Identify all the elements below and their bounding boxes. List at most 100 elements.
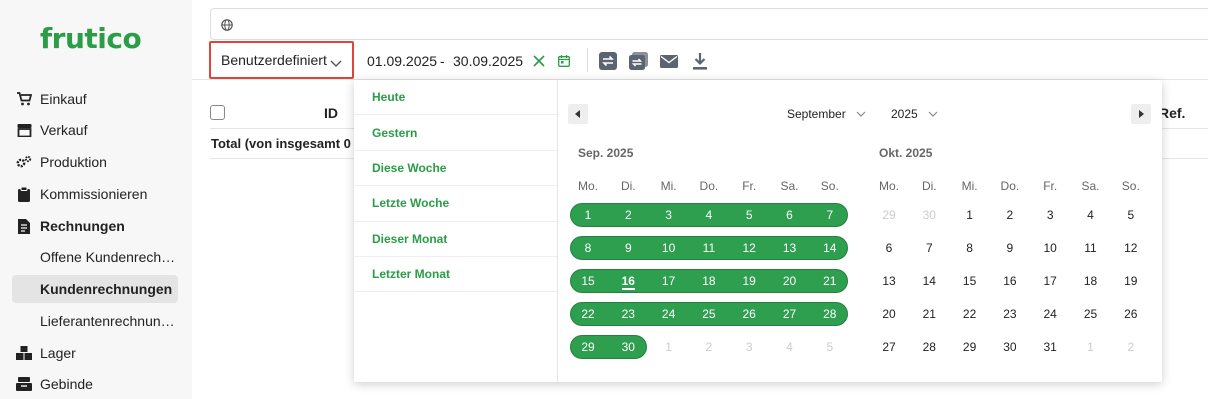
prev-month-button[interactable]	[568, 104, 588, 124]
calendar-day[interactable]: 14	[909, 270, 949, 292]
calendar-day[interactable]: 26	[1111, 303, 1151, 325]
date-range-select[interactable]: Benutzerdefiniert	[209, 41, 354, 79]
sync-icon[interactable]	[598, 51, 618, 71]
calendar-day[interactable]: 22	[568, 303, 608, 325]
calendar-day[interactable]: 1	[950, 204, 990, 226]
logo[interactable]: frutico	[40, 22, 142, 55]
calendar-day[interactable]: 6	[770, 204, 810, 226]
calendar-day[interactable]: 20	[869, 303, 909, 325]
calendar-day[interactable]: 30	[909, 204, 949, 226]
calendar-day[interactable]: 19	[729, 270, 769, 292]
calendar-day[interactable]: 3	[1030, 204, 1070, 226]
calendar-day[interactable]: 12	[729, 237, 769, 259]
column-header-ref[interactable]: Ref.	[1159, 105, 1185, 121]
calendar-day[interactable]: 25	[689, 303, 729, 325]
sidebar-item-produktion[interactable]: Produktion	[16, 148, 107, 176]
calendar-day[interactable]: 13	[770, 237, 810, 259]
calendar-day[interactable]: 20	[770, 270, 810, 292]
calendar-day[interactable]: 16	[990, 270, 1030, 292]
calendar-day[interactable]: 2	[608, 204, 648, 226]
calendar-day[interactable]: 15	[568, 270, 608, 292]
calendar-day[interactable]: 17	[649, 270, 689, 292]
sidebar-item-kommissionieren[interactable]: Kommissionieren	[16, 180, 147, 208]
calendar-day[interactable]: 9	[990, 237, 1030, 259]
calendar-day[interactable]: 10	[1030, 237, 1070, 259]
calendar-day[interactable]: 1	[649, 336, 689, 358]
preset-gestern[interactable]: Gestern	[354, 115, 557, 151]
calendar-day-today[interactable]: 16	[608, 270, 648, 292]
calendar-day[interactable]: 28	[909, 336, 949, 358]
calendar-day[interactable]: 27	[869, 336, 909, 358]
calendar-day[interactable]: 23	[608, 303, 648, 325]
calendar-day[interactable]: 28	[810, 303, 850, 325]
calendar-day[interactable]: 5	[729, 204, 769, 226]
calendar-day[interactable]: 14	[810, 237, 850, 259]
next-month-button[interactable]	[1131, 104, 1151, 124]
calendar-day[interactable]: 1	[1071, 336, 1111, 358]
sidebar-subitem-kundenrechnungen[interactable]: Kundenrechnungen	[12, 275, 178, 303]
calendar-icon[interactable]	[554, 51, 574, 71]
sidebar-item-verkauf[interactable]: Verkauf	[16, 116, 87, 144]
calendar-day[interactable]: 7	[810, 204, 850, 226]
calendar-day[interactable]: 30	[608, 336, 648, 358]
download-icon[interactable]	[690, 51, 710, 71]
calendar-day[interactable]: 5	[810, 336, 850, 358]
calendar-day[interactable]: 9	[608, 237, 648, 259]
sync-copy-icon[interactable]	[629, 51, 649, 71]
calendar-day[interactable]: 18	[689, 270, 729, 292]
calendar-day[interactable]: 4	[689, 204, 729, 226]
date-from[interactable]: 01.09.2025	[367, 53, 437, 69]
preset-letzte-woche[interactable]: Letzte Woche	[354, 186, 557, 222]
calendar-day[interactable]: 19	[1111, 270, 1151, 292]
calendar-day[interactable]: 11	[689, 237, 729, 259]
calendar-day[interactable]: 26	[729, 303, 769, 325]
calendar-day[interactable]: 8	[950, 237, 990, 259]
calendar-day[interactable]: 25	[1071, 303, 1111, 325]
mail-icon[interactable]	[659, 51, 679, 71]
calendar-day[interactable]: 2	[1111, 336, 1151, 358]
sidebar-item-gebinde[interactable]: Gebinde	[16, 370, 93, 398]
sidebar-item-rechnungen[interactable]: Rechnungen	[16, 212, 125, 240]
month-select[interactable]: September	[787, 107, 866, 121]
calendar-day[interactable]: 11	[1071, 237, 1111, 259]
calendar-day[interactable]: 29	[568, 336, 608, 358]
sidebar-subitem-lieferantenrechnungen[interactable]: Lieferantenrechnun…	[12, 307, 178, 335]
calendar-day[interactable]: 10	[649, 237, 689, 259]
preset-dieser-monat[interactable]: Dieser Monat	[354, 222, 557, 257]
preset-heute[interactable]: Heute	[354, 80, 557, 116]
calendar-day[interactable]: 5	[1111, 204, 1151, 226]
calendar-day[interactable]: 29	[950, 336, 990, 358]
calendar-day[interactable]: 12	[1111, 237, 1151, 259]
calendar-day[interactable]: 7	[909, 237, 949, 259]
column-header-id[interactable]: ID	[324, 105, 338, 121]
calendar-day[interactable]: 3	[729, 336, 769, 358]
calendar-day[interactable]: 22	[950, 303, 990, 325]
search-bar[interactable]	[210, 8, 1208, 40]
year-select[interactable]: 2025	[891, 107, 938, 121]
calendar-day[interactable]: 23	[990, 303, 1030, 325]
calendar-day[interactable]: 17	[1030, 270, 1070, 292]
calendar-day[interactable]: 4	[770, 336, 810, 358]
calendar-day[interactable]: 2	[689, 336, 729, 358]
calendar-day[interactable]: 6	[869, 237, 909, 259]
calendar-day[interactable]: 13	[869, 270, 909, 292]
calendar-day[interactable]: 2	[990, 204, 1030, 226]
calendar-day[interactable]: 24	[649, 303, 689, 325]
calendar-day[interactable]: 21	[810, 270, 850, 292]
calendar-day[interactable]: 4	[1071, 204, 1111, 226]
calendar-day[interactable]: 29	[869, 204, 909, 226]
calendar-day[interactable]: 31	[1030, 336, 1070, 358]
select-all-checkbox[interactable]	[210, 105, 225, 120]
calendar-day[interactable]: 30	[990, 336, 1030, 358]
calendar-day[interactable]: 21	[909, 303, 949, 325]
calendar-day[interactable]: 3	[649, 204, 689, 226]
sidebar-item-lager[interactable]: Lager	[16, 339, 76, 367]
sidebar-item-einkauf[interactable]: Einkauf	[16, 85, 87, 113]
clear-date-icon[interactable]	[529, 51, 549, 71]
calendar-day[interactable]: 18	[1071, 270, 1111, 292]
calendar-day[interactable]: 1	[568, 204, 608, 226]
calendar-day[interactable]: 27	[770, 303, 810, 325]
sidebar-subitem-offene-kundenrechnungen[interactable]: Offene Kundenrech…	[12, 243, 178, 271]
preset-letzter-monat[interactable]: Letzter Monat	[354, 257, 557, 293]
calendar-day[interactable]: 24	[1030, 303, 1070, 325]
